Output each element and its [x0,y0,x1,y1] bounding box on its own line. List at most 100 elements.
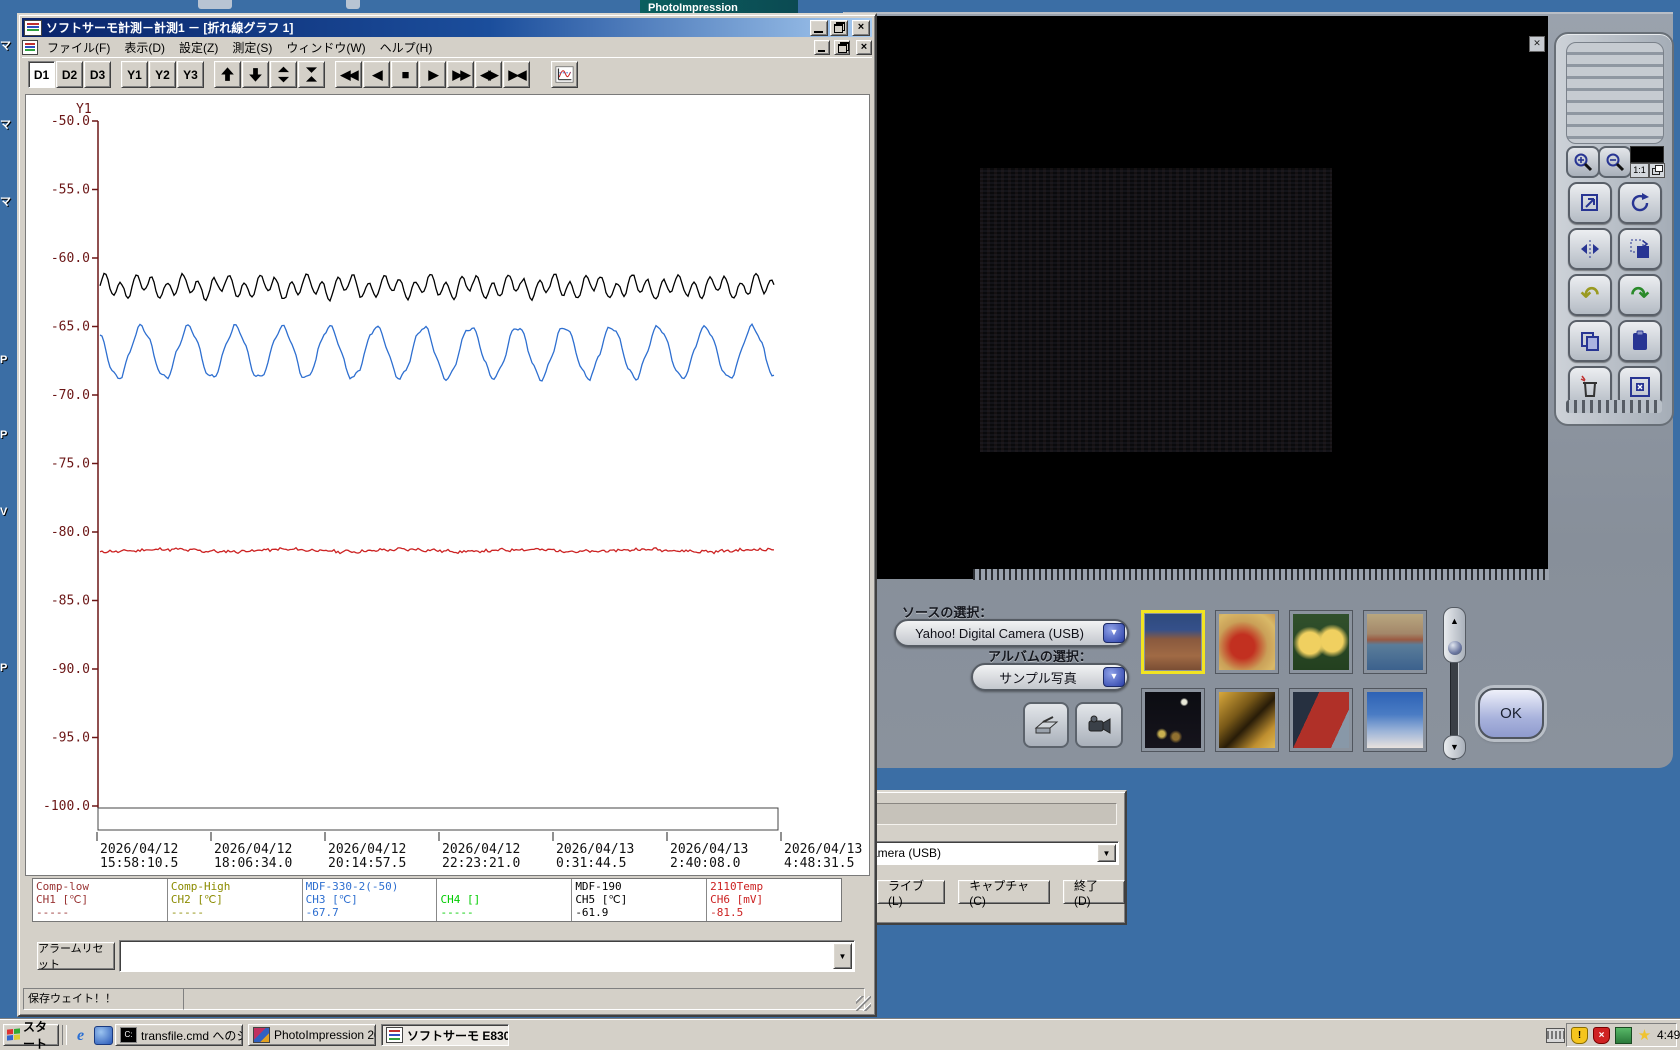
minimize-button[interactable] [810,19,828,36]
thumbnail-red-ship[interactable] [1289,688,1353,752]
dialog-button-1[interactable]: キャプチャ(C) [958,879,1050,908]
crop-rotate-button[interactable] [1618,228,1662,270]
rotate-button[interactable] [1618,182,1662,224]
fast-forward-button[interactable]: ▶▶ [447,61,474,88]
clock[interactable]: 4:49 [1657,1028,1680,1042]
menu-4[interactable]: ウィンドウ(W) [279,38,372,57]
expand-x-button[interactable]: ◀▶ [475,61,502,88]
flip-horizontal-icon [1581,240,1599,258]
restore-button[interactable] [830,19,848,36]
ok-button-label: OK [1500,705,1522,722]
scroll-down-button[interactable]: ▼ [1443,735,1466,759]
menu-0[interactable]: ファイル(F) [40,38,117,57]
display-d2-button[interactable]: D2 [56,61,83,88]
stop-button[interactable]: ■ [391,61,418,88]
thumbnail-rock-spires[interactable] [1141,610,1205,674]
step-back-button[interactable]: ◀ [363,61,390,88]
start-button[interactable]: スタート [3,1020,59,1050]
pan-up-button[interactable] [214,61,241,88]
tool-button-grid: ↶ ↷ [1568,182,1662,408]
menu-2[interactable]: 設定(Z) [172,38,225,57]
scroll-up-button[interactable]: ▲ [1443,607,1466,663]
toolbar-divider[interactable] [62,1025,67,1045]
alarm-combobox[interactable]: ▼ [119,940,855,972]
child-restore-button[interactable] [834,40,850,55]
graph-settings-button[interactable] [551,61,578,88]
thumbnail-cardinal-bird[interactable] [1215,610,1279,674]
copy-button[interactable] [1568,320,1612,362]
camera-button[interactable] [1075,702,1123,748]
rewind-button[interactable]: ◀◀ [335,61,362,88]
task-button-1[interactable]: PhotoImpression 2000 [248,1024,376,1046]
outlook-icon[interactable] [94,1025,113,1045]
menu-1[interactable]: 表示(D) [117,38,172,57]
camera-source-combobox[interactable]: amera (USB) ▼ [867,841,1119,865]
windows-logo-icon [7,1028,20,1041]
child-minimize-button[interactable] [814,40,830,55]
chevron-down-icon[interactable]: ▼ [1103,623,1125,643]
compress-x-button[interactable]: ▶◀ [503,61,530,88]
album-select-value: サンプル写真 [999,670,1077,686]
resize-grip[interactable] [856,996,871,1011]
redo-button[interactable]: ↷ [1618,274,1662,316]
undo-button[interactable]: ↶ [1568,274,1612,316]
keyboard-layout-icon[interactable] [1546,1028,1565,1043]
task-button-2[interactable]: ソフトサーモ E830 [381,1024,509,1046]
axis-y1-button[interactable]: Y1 [121,61,148,88]
background-window-title-fragment: PhotoImpression [640,0,798,14]
scanner-button[interactable] [1023,702,1069,748]
album-select-dropdown[interactable]: サンプル写真 ▼ [971,663,1129,691]
chevron-down-icon[interactable]: ▼ [833,943,852,969]
thumbnail-night-city[interactable] [1141,688,1205,752]
alarm-reset-button[interactable]: アラームリセット [37,942,115,971]
internet-explorer-icon[interactable]: e [72,1027,89,1044]
star-icon[interactable]: ★ [1637,1028,1652,1043]
panel-ribbed-divider [973,569,1549,580]
thumbnail-yellow-flowers[interactable] [1289,610,1353,674]
child-window-icon[interactable] [22,40,38,55]
actual-size-button[interactable]: 1:1 [1630,163,1649,178]
close-button[interactable]: × [852,19,870,36]
security-alert-icon[interactable]: ! [1571,1026,1588,1044]
svg-text:0:31:44.5: 0:31:44.5 [556,856,626,871]
flip-horizontal-button[interactable] [1568,228,1612,270]
zoom-in-button[interactable] [1566,146,1600,178]
zoom-out-button[interactable] [1598,146,1632,178]
chevron-down-icon[interactable]: ▼ [1103,667,1125,687]
ok-button[interactable]: OK [1478,688,1544,739]
pan-down-button[interactable] [242,61,269,88]
dialog-button-0[interactable]: ライブ(L) [877,879,946,908]
menu-5[interactable]: ヘルプ(H) [373,38,440,57]
cascade-windows-icon[interactable] [1649,163,1665,178]
svg-text:20:14:57.5: 20:14:57.5 [328,856,406,871]
svg-text:2026/04/12: 2026/04/12 [100,842,178,857]
axis-y3-button[interactable]: Y3 [177,61,204,88]
preview-close-icon[interactable]: ✕ [1529,36,1545,52]
title-bar[interactable]: ソフトサーモ計測－計測1 － [折れ線グラフ 1] × [22,18,872,37]
svg-text:15:58:10.5: 15:58:10.5 [100,856,178,871]
task-button-0[interactable]: C: transfile.cmd へのショート... [115,1024,243,1046]
paste-button[interactable] [1618,320,1662,362]
thumbnail-harbor-town[interactable] [1363,610,1427,674]
child-close-button[interactable]: × [856,40,872,55]
step-forward-button[interactable]: ▶ [419,61,446,88]
display-d1-button[interactable]: D1 [28,61,55,88]
axis-y2-button[interactable]: Y2 [149,61,176,88]
resize-button[interactable] [1568,182,1612,224]
dialog-button-2[interactable]: 終了(D) [1063,879,1125,908]
security-error-icon[interactable]: × [1593,1026,1610,1044]
expand-vertical-button[interactable] [270,61,297,88]
redo-icon: ↷ [1630,282,1650,307]
menu-3[interactable]: 測定(S) [225,38,279,57]
scroll-knob[interactable] [1447,640,1462,655]
display-d3-button[interactable]: D3 [84,61,111,88]
thumbnail-sky-clouds[interactable] [1363,688,1427,752]
legend-ch1: Comp-low CH1 [℃] ----- [33,879,168,921]
source-select-dropdown[interactable]: Yahoo! Digital Camera (USB) ▼ [894,619,1129,647]
thumbnail-gold-abstract[interactable] [1215,688,1279,752]
task-icon [253,1027,270,1043]
chevron-down-icon[interactable]: ▼ [1097,844,1116,862]
task-label: ソフトサーモ E830 [407,1028,509,1043]
compress-vertical-button[interactable] [298,61,325,88]
removable-device-icon[interactable] [1615,1026,1632,1044]
